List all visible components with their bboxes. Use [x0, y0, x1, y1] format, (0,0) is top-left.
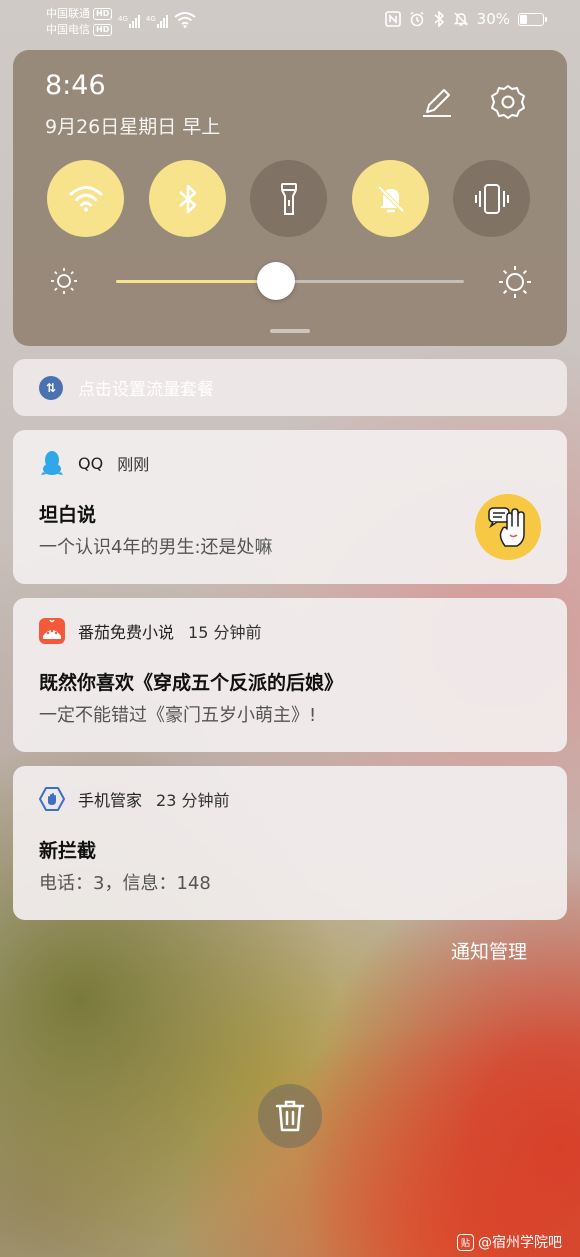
hd-badge: HD — [93, 24, 113, 36]
notification-title: 既然你喜欢《穿成五个反派的后娘》 — [39, 672, 344, 694]
trash-icon — [275, 1100, 305, 1132]
data-plan-label: 点击设置流量套餐 — [78, 380, 214, 400]
brightness-slider-fill — [116, 280, 277, 283]
app-name: QQ — [78, 453, 104, 473]
battery-icon — [518, 12, 547, 26]
signal-indicators: 4G 4G — [118, 12, 196, 28]
phone-manager-shield-icon — [39, 786, 65, 812]
nfc-icon — [384, 11, 401, 27]
notification-card-novel[interactable]: 番茄免费小说 15 分钟前 既然你喜欢《穿成五个反派的后娘》 一定不能错过《豪门… — [13, 598, 567, 752]
battery-fill — [520, 14, 527, 24]
notification-header: 手机管家 23 分钟前 — [39, 786, 229, 812]
hand-gesture-thumbnail — [475, 494, 541, 560]
bluetooth-toggle[interactable] — [149, 160, 226, 237]
bluetooth-icon — [434, 11, 444, 27]
signal-1-icon: 4G — [118, 15, 140, 28]
battery-percent: 30% — [476, 10, 510, 28]
notification-title: 新拦截 — [39, 840, 97, 862]
notification-time: 刚刚 — [117, 455, 150, 474]
qq-penguin-icon — [39, 450, 65, 476]
app-name: 手机管家 — [78, 791, 143, 810]
vibrate-icon — [474, 183, 509, 214]
watermark-text: @宿州学院吧 — [478, 1235, 562, 1251]
notification-title: 坦白说 — [39, 504, 97, 526]
carrier-info: 中国联通 HD 中国电信 HD — [46, 6, 113, 38]
tomato-novel-icon — [39, 618, 65, 644]
notification-time: 15 分钟前 — [188, 623, 262, 642]
notification-card-phone-manager[interactable]: 手机管家 23 分钟前 新拦截 电话：3，信息：148 — [13, 766, 567, 920]
panel-drag-handle[interactable] — [270, 329, 310, 333]
mute-bell-icon — [377, 185, 404, 212]
flashlight-toggle[interactable] — [250, 160, 327, 237]
network-type-label: 4G — [118, 15, 128, 23]
signal-2-icon: 4G — [146, 15, 168, 28]
data-plan-notification[interactable]: ⇅ 点击设置流量套餐 — [13, 359, 567, 416]
app-name: 番茄免费小说 — [78, 623, 175, 642]
mute-icon — [453, 12, 468, 26]
carrier-2-label: 中国电信 — [46, 23, 90, 36]
hd-badge: HD — [93, 8, 113, 20]
notification-header: 番茄免费小说 15 分钟前 — [39, 618, 261, 644]
notification-text: 电话：3，信息：148 — [39, 873, 211, 894]
wifi-icon — [69, 185, 102, 212]
notification-text: 一个认识4年的男生:还是处嘛 — [39, 537, 273, 558]
data-transfer-icon: ⇅ — [39, 375, 63, 400]
tieba-logo-icon: 贴 — [457, 1233, 474, 1251]
edit-icon[interactable] — [419, 84, 455, 120]
status-bar: 中国联通 HD 中国电信 HD 4G 4G 30% — [0, 0, 580, 44]
notification-card-qq[interactable]: QQ 刚刚 坦白说 一个认识4年的男生:还是处嘛 — [13, 430, 567, 584]
flashlight-icon — [280, 182, 297, 215]
clock: 8:46 — [45, 70, 106, 101]
watermark: 贴 @宿州学院吧 — [457, 1232, 562, 1252]
brightness-slider-thumb[interactable] — [257, 262, 296, 300]
alarm-icon — [410, 11, 424, 27]
brightness-low-icon — [51, 268, 77, 294]
carrier-1-label: 中国联通 — [46, 7, 90, 20]
network-type-label: 4G — [145, 15, 156, 23]
mute-toggle[interactable] — [352, 160, 429, 237]
notification-manage-link[interactable]: 通知管理 — [451, 937, 527, 964]
clear-all-button[interactable] — [258, 1084, 322, 1148]
wifi-toggle[interactable] — [47, 160, 124, 237]
notification-time: 23 分钟前 — [156, 791, 230, 810]
status-right-group: 30% — [384, 10, 547, 28]
vibrate-toggle[interactable] — [453, 160, 530, 237]
settings-gear-icon[interactable] — [489, 83, 527, 121]
bluetooth-icon — [178, 184, 196, 213]
brightness-high-icon — [499, 266, 531, 298]
date-label: 9月26日星期日 早上 — [45, 116, 221, 138]
notification-text: 一定不能错过《豪门五岁小萌主》! — [39, 705, 317, 726]
quick-settings-panel: 8:46 9月26日星期日 早上 — [13, 50, 567, 346]
wifi-status-icon — [174, 12, 196, 28]
notification-header: QQ 刚刚 — [39, 450, 149, 476]
